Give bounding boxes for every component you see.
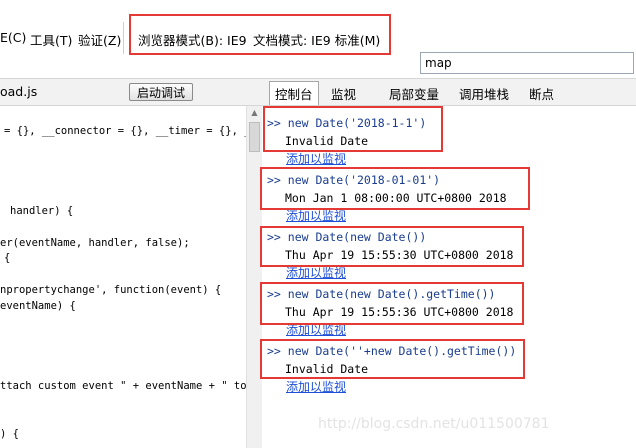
menu-edit[interactable]: E(C) bbox=[0, 30, 26, 45]
code-line: npropertychange', function(event) { bbox=[0, 284, 222, 296]
code-line: ttach custom event " + eventName + " to … bbox=[0, 380, 246, 392]
menu-separator bbox=[123, 22, 124, 54]
entry-highlight-box bbox=[260, 226, 524, 267]
watermark: http://blog.csdn.net/u011500781 bbox=[318, 416, 550, 432]
toolbar: oad.js 启动调试 控制台 监视 局部变量 调用堆栈 断点 bbox=[0, 78, 636, 106]
code-line: er(eventName, handler, false); bbox=[0, 237, 190, 249]
entry-highlight-box bbox=[263, 106, 443, 152]
tab-locals[interactable]: 局部变量 bbox=[389, 84, 439, 103]
tab-call-stack[interactable]: 调用堆栈 bbox=[459, 84, 509, 103]
code-line: ) { bbox=[0, 428, 19, 440]
script-code-pane[interactable]: = {}, __connector = {}, __timer = {}, __… bbox=[0, 106, 246, 448]
menu-validate[interactable]: 验证(Z) bbox=[78, 30, 121, 49]
code-scrollbar[interactable]: ▲ bbox=[246, 106, 262, 448]
add-watch-link[interactable]: 添加以监视 bbox=[286, 378, 346, 395]
entry-highlight-box bbox=[260, 339, 525, 379]
code-line: eventName) { bbox=[0, 300, 76, 312]
script-file-selector[interactable]: oad.js bbox=[0, 84, 37, 99]
add-watch-link[interactable]: 添加以监视 bbox=[286, 150, 346, 167]
start-debugging-button[interactable]: 启动调试 bbox=[129, 83, 193, 101]
tab-breakpoints[interactable]: 断点 bbox=[529, 84, 554, 103]
scroll-thumb[interactable] bbox=[249, 122, 260, 152]
search-input[interactable] bbox=[420, 52, 634, 74]
tab-watch[interactable]: 监视 bbox=[331, 84, 356, 103]
scroll-up-arrow-icon[interactable]: ▲ bbox=[249, 108, 260, 118]
entry-highlight-box bbox=[260, 167, 530, 210]
menu-tools[interactable]: 工具(T) bbox=[30, 30, 72, 49]
entry-highlight-box bbox=[260, 282, 524, 325]
code-line: { bbox=[4, 252, 11, 264]
code-line: handler) { bbox=[10, 205, 74, 217]
tab-console[interactable]: 控制台 bbox=[269, 81, 319, 105]
mode-highlight-box bbox=[129, 14, 391, 55]
console-output: >> new Date('2018-1-1') Invalid Date 添加以… bbox=[263, 106, 636, 448]
code-line: = {}, __connector = {}, __timer = {}, __ bbox=[4, 125, 246, 137]
